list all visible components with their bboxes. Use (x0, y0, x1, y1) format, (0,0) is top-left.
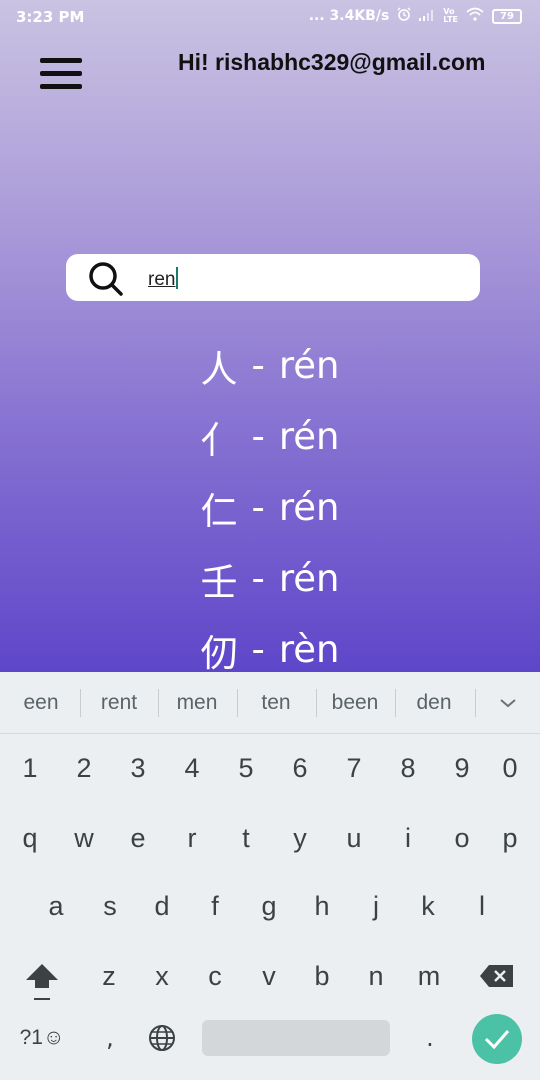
keyboard-bottom-row: ?1☺ , . (0, 1008, 540, 1068)
result-item[interactable]: 仁 - rén (0, 472, 540, 543)
result-separator: - (251, 415, 265, 458)
key[interactable]: 3 (111, 738, 165, 798)
alarm-icon (397, 7, 411, 25)
result-character: 仞 (200, 631, 238, 673)
key[interactable]: 8 (381, 738, 435, 798)
chevron-down-icon[interactable] (476, 672, 540, 734)
result-character: 亻 (200, 418, 238, 462)
key[interactable]: x (135, 946, 189, 1006)
key[interactable]: b (295, 946, 349, 1006)
suggestion-item[interactable]: been (316, 672, 394, 734)
key[interactable]: n (349, 946, 403, 1006)
result-character: 壬 (200, 560, 238, 604)
backspace-icon[interactable] (462, 946, 532, 1006)
signal-icon (419, 7, 435, 25)
number-row: 1 2 3 4 5 6 7 8 9 0 (0, 738, 540, 798)
space-bar[interactable] (202, 1020, 390, 1056)
search-input[interactable]: ren (148, 267, 179, 291)
greeting-text: Hi! rishabhc329@gmail.com (178, 49, 486, 75)
key[interactable]: v (242, 946, 296, 1006)
suggestion-item[interactable]: ten (237, 672, 315, 734)
result-character: 仁 (200, 489, 238, 533)
key[interactable]: c (188, 946, 242, 1006)
result-separator: - (251, 344, 265, 387)
key[interactable]: d (135, 876, 189, 936)
result-pinyin: rén (278, 486, 340, 529)
key[interactable]: p (483, 808, 537, 868)
app-screen: 3:23 PM ... 3.4KB/s Vo LTE 79 Hi! rishab… (0, 0, 540, 672)
key[interactable]: g (242, 876, 296, 936)
letter-row-2: a s d f g h j k l (0, 876, 540, 936)
key[interactable]: 1 (3, 738, 57, 798)
key[interactable]: z (82, 946, 136, 1006)
result-item[interactable]: 壬 - rén (0, 543, 540, 614)
status-time: 3:23 PM (16, 8, 85, 26)
key[interactable]: e (111, 808, 165, 868)
suggestion-bar: een rent men ten been den (0, 672, 540, 734)
result-item[interactable]: 人 - rén (0, 330, 540, 401)
status-indicators: ... 3.4KB/s Vo LTE 79 (309, 7, 522, 25)
key[interactable]: l (455, 876, 509, 936)
suggestion-item[interactable]: men (158, 672, 236, 734)
result-separator: - (251, 557, 265, 600)
key[interactable]: 5 (219, 738, 273, 798)
period-key[interactable]: . (410, 1008, 450, 1068)
network-speed: ... 3.4KB/s (308, 8, 390, 24)
key[interactable]: a (29, 876, 83, 936)
results-list: 人 - rén 亻 - rén 仁 - rén 壬 - rén 仞 - rèn (0, 330, 540, 672)
key[interactable]: w (57, 808, 111, 868)
key[interactable]: 6 (273, 738, 327, 798)
result-separator: - (251, 486, 265, 529)
key[interactable]: 4 (165, 738, 219, 798)
battery-icon: 79 (492, 8, 522, 24)
result-pinyin: rén (278, 344, 340, 387)
suggestion-item[interactable]: den (395, 672, 473, 734)
key[interactable]: j (349, 876, 403, 936)
hamburger-menu-icon[interactable] (38, 58, 84, 92)
key[interactable]: 9 (435, 738, 489, 798)
result-item[interactable]: 亻 - rén (0, 401, 540, 472)
letter-row-1: q w e r t y u i o p (0, 808, 540, 868)
search-box[interactable]: ren (66, 254, 480, 301)
letter-row-3: z x c v b n m (0, 946, 540, 1006)
key[interactable]: h (295, 876, 349, 936)
key[interactable]: 2 (57, 738, 111, 798)
suggestion-item[interactable]: rent (80, 672, 158, 734)
enter-check-icon[interactable] (472, 1014, 522, 1064)
result-pinyin: rén (278, 415, 340, 458)
key[interactable]: s (83, 876, 137, 936)
search-icon (88, 261, 124, 301)
shift-icon[interactable] (7, 946, 77, 1006)
key[interactable]: y (273, 808, 327, 868)
key[interactable]: q (3, 808, 57, 868)
result-character: 人 (200, 347, 238, 391)
suggestion-item[interactable]: een (2, 672, 80, 734)
result-pinyin: rèn (278, 628, 340, 671)
key[interactable]: t (219, 808, 273, 868)
key[interactable]: i (381, 808, 435, 868)
result-separator: - (251, 628, 265, 671)
globe-icon[interactable] (140, 1008, 184, 1068)
volte-icon: Vo LTE (443, 7, 458, 24)
comma-key[interactable]: , (90, 1008, 130, 1068)
key[interactable]: u (327, 808, 381, 868)
key[interactable]: m (402, 946, 456, 1006)
result-item[interactable]: 仞 - rèn (0, 614, 540, 672)
symbols-key[interactable]: ?1☺ (6, 1008, 78, 1068)
result-pinyin: rén (278, 557, 340, 600)
key[interactable]: 0 (483, 738, 537, 798)
shift-indicator (34, 998, 50, 1000)
key[interactable]: o (435, 808, 489, 868)
key[interactable]: f (188, 876, 242, 936)
key[interactable]: 7 (327, 738, 381, 798)
wifi-icon (466, 7, 484, 25)
key[interactable]: k (401, 876, 455, 936)
key[interactable]: r (165, 808, 219, 868)
soft-keyboard: een rent men ten been den 1 2 3 4 5 6 7 … (0, 672, 540, 1080)
text-caret (176, 267, 179, 289)
status-bar: 3:23 PM ... 3.4KB/s Vo LTE 79 (0, 0, 540, 34)
